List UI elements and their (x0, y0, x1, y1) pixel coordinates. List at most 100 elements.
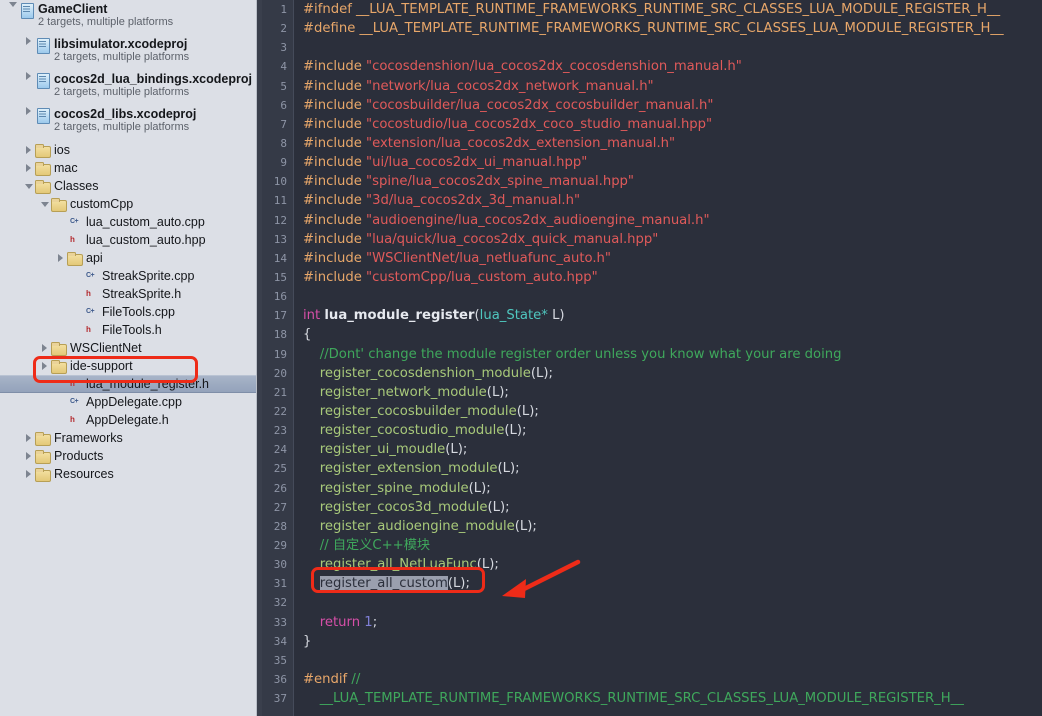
code-line[interactable] (303, 593, 1042, 612)
disclosure-triangle-closed-icon[interactable] (38, 344, 51, 352)
cpp-file-icon: C+ (70, 398, 79, 405)
code-line[interactable]: #include "audioengine/lua_cocos2dx_audio… (303, 211, 1042, 230)
code-line[interactable]: register_spine_module(L); (303, 479, 1042, 498)
line-number: 12 (273, 213, 287, 227)
line-number: 33 (273, 615, 287, 629)
navigator-item[interactable]: C+ AppDelegate.cpp (0, 393, 256, 411)
navigator-item-label: libsimulator.xcodeproj (54, 37, 188, 51)
navigator-item[interactable]: GameClient 2 targets, multiple platforms (0, 1, 256, 36)
navigator-item[interactable]: h FileTools.h (0, 321, 256, 339)
code-line[interactable]: #include "WSClientNet/lua_netluafunc_aut… (303, 249, 1042, 268)
code-line[interactable]: register_cocostudio_module(L); (303, 421, 1042, 440)
code-token: "lua/quick/lua_cocos2dx_quick_manual.hpp… (366, 231, 659, 247)
disclosure-triangle-closed-icon[interactable] (22, 434, 35, 442)
navigator-item[interactable]: mac (0, 159, 256, 177)
navigator-item[interactable]: cocos2d_libs.xcodeproj 2 targets, multipl… (0, 106, 256, 141)
code-line[interactable]: { (303, 325, 1042, 344)
navigator-item[interactable]: h AppDelegate.h (0, 411, 256, 429)
code-line[interactable]: #define __LUA_TEMPLATE_RUNTIME_FRAMEWORK… (303, 19, 1042, 38)
code-line[interactable]: #include "cocosdenshion/lua_cocos2dx_coc… (303, 57, 1042, 76)
navigator-item[interactable]: api (0, 249, 256, 267)
code-line[interactable]: register_all_NetLuaFunc(L); (303, 555, 1042, 574)
disclosure-triangle-closed-icon[interactable] (22, 146, 35, 154)
navigator-item[interactable]: WSClientNet (0, 339, 256, 357)
line-number: 28 (273, 519, 287, 533)
code-line[interactable]: #ifndef __LUA_TEMPLATE_RUNTIME_FRAMEWORK… (303, 0, 1042, 19)
disclosure-triangle-closed-icon[interactable] (54, 254, 67, 262)
code-line[interactable]: #include "lua/quick/lua_cocos2dx_quick_m… (303, 230, 1042, 249)
code-line[interactable]: #endif // (303, 670, 1042, 689)
code-token: #include (303, 135, 367, 151)
code-line[interactable]: #include "spine/lua_cocos2dx_spine_manua… (303, 172, 1042, 191)
code-token: register_cocosdenshion_module (303, 365, 531, 381)
navigator-item[interactable]: C+ lua_custom_auto.cpp (0, 213, 256, 231)
code-line[interactable]: #include "ui/lua_cocos2dx_ui_manual.hpp" (303, 153, 1042, 172)
folder-icon (35, 160, 51, 176)
code-token: #define (303, 21, 360, 37)
code-line[interactable]: register_cocos3d_module(L); (303, 498, 1042, 517)
code-line[interactable]: register_extension_module(L); (303, 459, 1042, 478)
navigator-item[interactable]: cocos2d_lua_bindings.xcodeproj 2 targets,… (0, 71, 256, 106)
disclosure-triangle-closed-icon[interactable] (22, 37, 35, 45)
code-line[interactable]: register_network_module(L); (303, 383, 1042, 402)
navigator-item[interactable]: C+ FileTools.cpp (0, 303, 256, 321)
navigator-item[interactable]: libsimulator.xcodeproj 2 targets, multipl… (0, 36, 256, 71)
folder-icon (35, 430, 51, 446)
disclosure-triangle-closed-icon[interactable] (22, 72, 35, 80)
navigator-item[interactable]: h lua_custom_auto.hpp (0, 231, 256, 249)
code-line[interactable] (303, 38, 1042, 57)
code-line[interactable] (303, 651, 1042, 670)
code-line[interactable]: #include "customCpp/lua_custom_auto.hpp" (303, 268, 1042, 287)
navigator-item[interactable]: Resources (0, 465, 256, 483)
line-number: 18 (273, 328, 287, 342)
code-line[interactable]: #include "extension/lua_cocos2dx_extensi… (303, 134, 1042, 153)
navigator-item[interactable]: Frameworks (0, 429, 256, 447)
navigator-item[interactable]: Classes (0, 177, 256, 195)
code-line[interactable]: register_cocosdenshion_module(L); (303, 364, 1042, 383)
code-editor[interactable]: 1 2 3 4 5 6 7 8 9 10 11 12 13 14 15 16 17 18 19 20 21 22 23 24 2… (262, 0, 1042, 716)
code-token: #include (303, 78, 367, 94)
code-line[interactable]: return 1; (303, 613, 1042, 632)
code-line[interactable]: register_ui_moudle(L); (303, 440, 1042, 459)
navigator-item[interactable]: customCpp (0, 195, 256, 213)
navigator-item[interactable]: Products (0, 447, 256, 465)
line-number: 2 (280, 22, 287, 36)
disclosure-triangle-open-icon[interactable] (6, 2, 19, 7)
disclosure-triangle-closed-icon[interactable] (22, 107, 35, 115)
folder-icon (35, 448, 51, 464)
navigator-item[interactable]: C+ StreakSprite.cpp (0, 267, 256, 285)
code-line[interactable]: register_cocosbuilder_module(L); (303, 402, 1042, 421)
code-token: register_spine_module (303, 480, 469, 496)
disclosure-triangle-closed-icon[interactable] (22, 452, 35, 460)
navigator-item[interactable]: h StreakSprite.h (0, 285, 256, 303)
line-number: 19 (273, 347, 287, 361)
xcodeproj-icon (19, 2, 34, 19)
navigator-item[interactable]: ide-support (0, 357, 256, 375)
code-line[interactable]: register_audioengine_module(L); (303, 517, 1042, 536)
code-line[interactable]: int lua_module_register(lua_State* L) (303, 306, 1042, 325)
code-line[interactable]: #include "network/lua_cocos2dx_network_m… (303, 77, 1042, 96)
code-line[interactable]: //Dont' change the module register order… (303, 345, 1042, 364)
code-content[interactable]: #ifndef __LUA_TEMPLATE_RUNTIME_FRAMEWORK… (295, 0, 1042, 716)
code-line[interactable]: } (303, 632, 1042, 651)
disclosure-triangle-open-icon[interactable] (38, 201, 51, 207)
code-line[interactable]: // 自定义C++模块 (303, 536, 1042, 555)
code-line[interactable]: #include "cocosbuilder/lua_cocos2dx_coco… (303, 96, 1042, 115)
navigator-item-selected[interactable]: h lua_module_register.h (0, 375, 256, 393)
code-line[interactable]: __LUA_TEMPLATE_RUNTIME_FRAMEWORKS_RUNTIM… (303, 689, 1042, 708)
disclosure-triangle-closed-icon[interactable] (38, 362, 51, 370)
code-line[interactable]: register_all_custom(L); (303, 574, 1042, 593)
code-token: #include (303, 97, 367, 113)
code-token: lua_module_register (324, 308, 475, 324)
code-line[interactable] (303, 287, 1042, 306)
code-line[interactable]: #include "3d/lua_cocos2dx_3d_manual.h" (303, 191, 1042, 210)
project-navigator[interactable]: GameClient 2 targets, multiple platforms l… (0, 0, 256, 716)
code-line[interactable]: #include "cocostudio/lua_cocos2dx_coco_s… (303, 115, 1042, 134)
disclosure-triangle-closed-icon[interactable] (22, 164, 35, 172)
disclosure-triangle-open-icon[interactable] (22, 183, 35, 189)
disclosure-triangle-closed-icon[interactable] (22, 470, 35, 478)
code-token: // (351, 671, 361, 687)
line-number: 6 (280, 98, 287, 112)
line-number: 17 (273, 309, 287, 323)
navigator-item[interactable]: ios (0, 141, 256, 159)
